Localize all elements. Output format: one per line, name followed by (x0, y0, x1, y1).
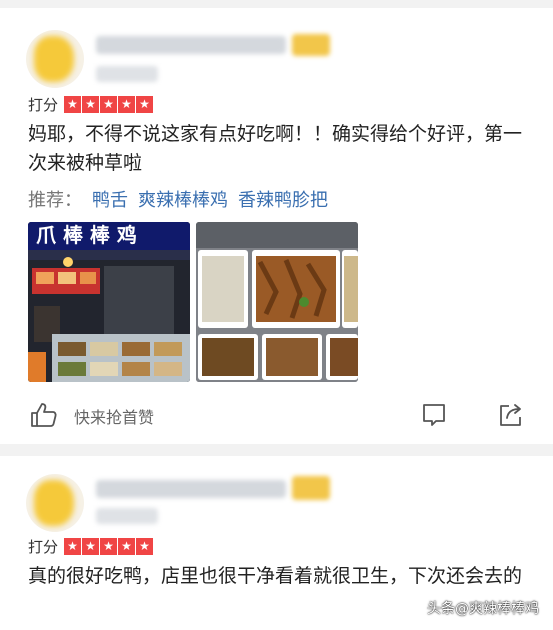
comment-icon[interactable] (421, 402, 447, 428)
star-icon: ★ (64, 538, 82, 555)
recommend-item[interactable]: 香辣鸭胗把 (238, 186, 328, 212)
shop-sign-text: 爪 棒 棒 鸡 (36, 223, 137, 247)
star-icon: ★ (100, 538, 118, 555)
action-row: 快来抢首赞 (30, 400, 530, 432)
star-icon: ★ (82, 96, 100, 113)
review-photo-storefront[interactable]: 爪 棒 棒 鸡 (28, 222, 190, 382)
star-rating: ★ ★ ★ ★ ★ (64, 538, 154, 555)
review-card: 打分 ★ ★ ★ ★ ★ 妈耶，不得不说这家有点好吃啊！！确实得给个好评，第一次… (0, 8, 553, 444)
review-text: 真的很好吃鸭，店里也很干净看着就很卫生，下次还会去的 (28, 565, 523, 587)
recommend-label: 推荐： (28, 190, 82, 211)
review-photo-food[interactable] (196, 222, 358, 382)
share-icon[interactable] (498, 402, 524, 428)
star-icon: ★ (136, 96, 154, 113)
username-blurred (96, 480, 286, 498)
rating-label: 打分 (28, 96, 59, 114)
user-meta-blurred (96, 66, 158, 82)
food-trays-photo (196, 222, 358, 382)
star-rating: ★ ★ ★ ★ ★ (64, 96, 154, 113)
star-icon: ★ (118, 538, 136, 555)
rating-row: 打分 ★ ★ ★ ★ ★ (28, 94, 154, 115)
avatar[interactable] (26, 30, 84, 88)
user-meta-blurred (96, 508, 158, 524)
rating-row: 打分 ★ ★ ★ ★ ★ (28, 536, 154, 557)
recommend-item[interactable]: 爽辣棒棒鸡 (138, 186, 228, 212)
username-badge-blurred (292, 476, 330, 500)
storefront-photo: 爪 棒 棒 鸡 (28, 222, 190, 382)
rating-label: 打分 (28, 538, 59, 556)
avatar[interactable] (26, 474, 84, 532)
recommend-row: 推荐： 鸭舌 爽辣棒棒鸡 香辣鸭胗把 (28, 186, 328, 212)
thumbs-up-icon[interactable] (30, 402, 58, 428)
recommend-item[interactable]: 鸭舌 (92, 186, 128, 212)
star-icon: ★ (64, 96, 82, 113)
watermark: 头条@爽辣棒棒鸡 (427, 601, 539, 617)
username-blurred (96, 36, 286, 54)
review-text: 妈耶，不得不说这家有点好吃啊！！确实得给个好评，第一次来被种草啦 (28, 123, 523, 174)
star-icon: ★ (82, 538, 100, 555)
star-icon: ★ (100, 96, 118, 113)
username-badge-blurred (292, 34, 330, 56)
star-icon: ★ (118, 96, 136, 113)
like-prompt[interactable]: 快来抢首赞 (74, 404, 154, 428)
star-icon: ★ (136, 538, 154, 555)
